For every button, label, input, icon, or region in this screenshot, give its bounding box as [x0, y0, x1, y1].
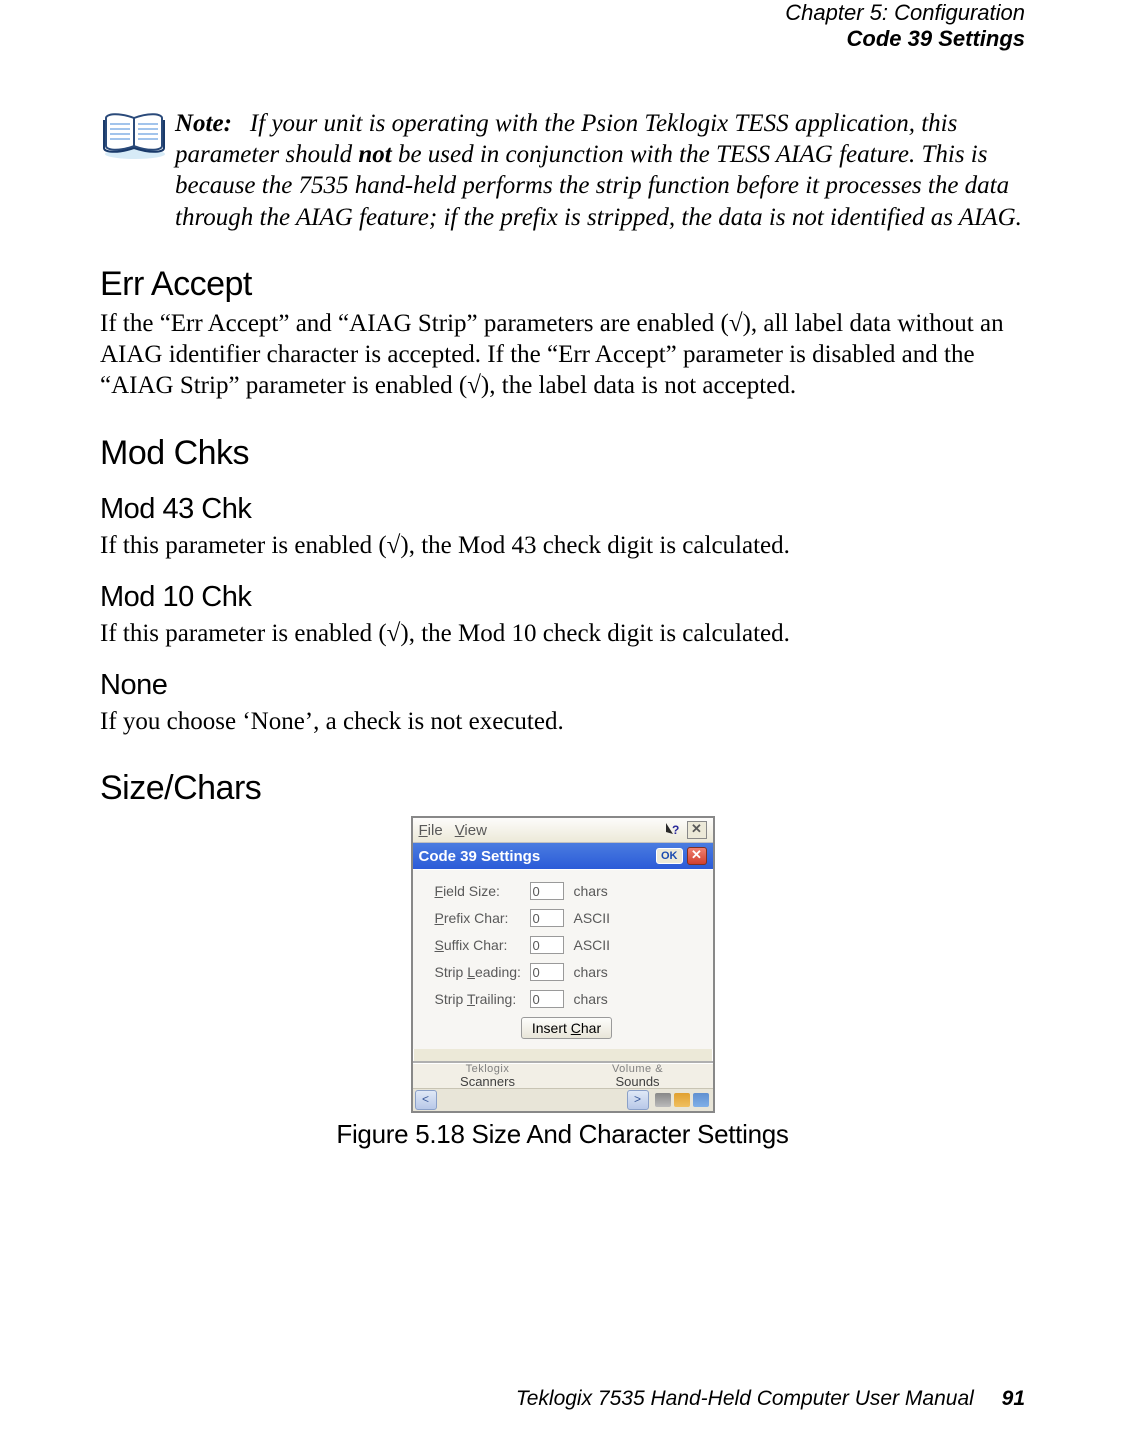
row-strip-leading: Strip Leading: 0 chars: [435, 963, 699, 981]
row-field-size: Field Size: 0 chars: [435, 882, 699, 900]
input-field-size[interactable]: 0: [530, 882, 564, 900]
note-block: Note:If your unit is operating with the …: [100, 108, 1025, 233]
taskbar: Teklogix Scanners Volume & Sounds: [413, 1063, 713, 1088]
titlebar: Code 39 Settings OK ✕: [413, 843, 713, 869]
heading-mod43: Mod 43 Chk: [100, 493, 1025, 526]
note-label: Note:: [175, 108, 232, 139]
body-err-accept: If the “Err Accept” and “AIAG Strip” par…: [100, 308, 1025, 402]
note-body: If your unit is operating with the Psion…: [175, 110, 1022, 231]
figure-caption: Figure 5.18 Size And Character Settings: [100, 1119, 1025, 1150]
insert-char-button[interactable]: Insert Char: [521, 1017, 612, 1039]
menu-view[interactable]: View: [455, 822, 487, 839]
row-prefix-char: Prefix Char: 0 ASCII: [435, 909, 699, 927]
heading-mod-chks: Mod Chks: [100, 434, 1025, 473]
menu-file[interactable]: File: [419, 822, 443, 839]
svg-text:?: ?: [672, 823, 679, 837]
task-sounds[interactable]: Volume & Sounds: [563, 1064, 713, 1088]
label-field-size: Field Size:: [435, 883, 530, 899]
manual-title: Teklogix 7535 Hand-Held Computer User Ma…: [516, 1387, 974, 1410]
row-strip-trailing: Strip Trailing: 0 chars: [435, 990, 699, 1008]
page-header: Chapter 5: Configuration Code 39 Setting…: [100, 0, 1025, 53]
help-icon[interactable]: ?: [663, 821, 681, 839]
scrollbar: < >: [413, 1088, 713, 1111]
heading-mod10: Mod 10 Chk: [100, 581, 1025, 614]
row-suffix-char: Suffix Char: 0 ASCII: [435, 936, 699, 954]
section-label: Code 39 Settings: [100, 26, 1025, 52]
page-footer: Teklogix 7535 Hand-Held Computer User Ma…: [516, 1387, 1025, 1411]
close-button[interactable]: ✕: [687, 847, 707, 865]
close-icon[interactable]: ✕: [687, 821, 707, 839]
battery-icon[interactable]: [674, 1093, 690, 1107]
input-strip-trailing[interactable]: 0: [530, 990, 564, 1008]
chapter-label: Chapter 5: Configuration: [100, 0, 1025, 26]
menubar: File View ? ✕: [413, 818, 713, 843]
heading-err-accept: Err Accept: [100, 265, 1025, 304]
label-strip-leading: Strip Leading:: [435, 964, 530, 980]
network-icon[interactable]: [693, 1093, 709, 1107]
note-text: Note:If your unit is operating with the …: [175, 108, 1025, 233]
page-number: 91: [1002, 1387, 1025, 1410]
keyboard-icon[interactable]: [655, 1093, 671, 1107]
body-mod43: If this parameter is enabled (√), the Mo…: [100, 530, 1025, 561]
unit-field-size: chars: [574, 883, 608, 899]
unit-strip-leading: chars: [574, 964, 608, 980]
unit-prefix-char: ASCII: [574, 910, 611, 926]
label-prefix-char: Prefix Char:: [435, 910, 530, 926]
label-suffix-char: Suffix Char:: [435, 937, 530, 953]
input-strip-leading[interactable]: 0: [530, 963, 564, 981]
heading-sizechars: Size/Chars: [100, 769, 1025, 808]
input-suffix-char[interactable]: 0: [530, 936, 564, 954]
scroll-right-icon[interactable]: >: [627, 1090, 649, 1110]
ok-button[interactable]: OK: [656, 848, 683, 864]
form-area: Field Size: 0 chars Prefix Char: 0 ASCII…: [413, 869, 713, 1049]
scroll-left-icon[interactable]: <: [415, 1090, 437, 1110]
label-strip-trailing: Strip Trailing:: [435, 991, 530, 1007]
heading-none: None: [100, 669, 1025, 702]
body-mod10: If this parameter is enabled (√), the Mo…: [100, 618, 1025, 649]
body-none: If you choose ‘None’, a check is not exe…: [100, 706, 1025, 737]
unit-strip-trailing: chars: [574, 991, 608, 1007]
settings-dialog: File View ? ✕ Code 39 Settings OK ✕ Fiel…: [411, 816, 715, 1113]
dialog-title: Code 39 Settings: [419, 848, 541, 865]
book-icon: [100, 110, 170, 165]
unit-suffix-char: ASCII: [574, 937, 611, 953]
system-tray: [651, 1093, 713, 1107]
input-prefix-char[interactable]: 0: [530, 909, 564, 927]
task-scanners[interactable]: Teklogix Scanners: [413, 1064, 563, 1088]
